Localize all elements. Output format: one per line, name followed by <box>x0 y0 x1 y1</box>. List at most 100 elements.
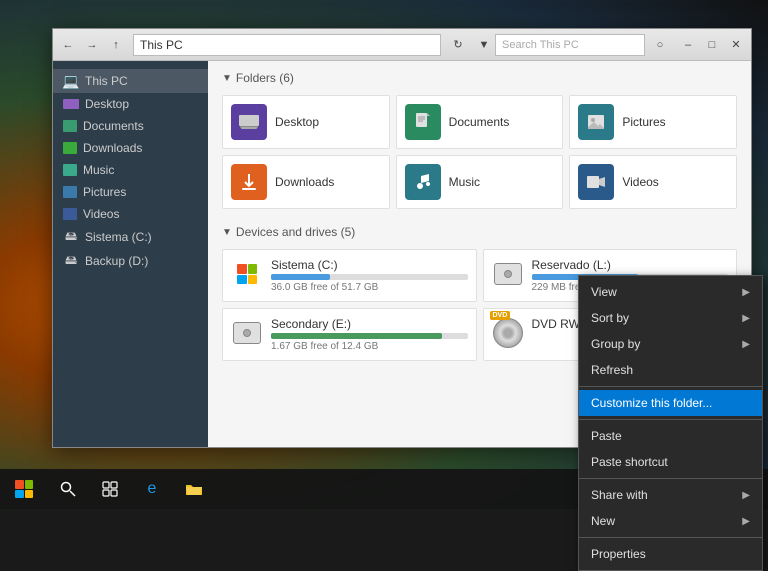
drive-secondary-info: Secondary (E:) 1.67 GB free of 12.4 GB <box>271 317 468 352</box>
sidebar-item-label: Documents <box>83 119 144 133</box>
drive-secondary-bar <box>271 333 442 339</box>
maximize-button[interactable]: □ <box>701 34 723 56</box>
ctx-paste-shortcut-label: Paste shortcut <box>591 455 668 469</box>
ctx-refresh[interactable]: Refresh <box>579 357 762 383</box>
sidebar-item-videos[interactable]: Videos <box>53 203 208 225</box>
pictures-icon <box>63 186 77 198</box>
folder-documents-icon <box>405 104 441 140</box>
dvd-disc <box>493 318 523 348</box>
videos-icon <box>63 208 77 220</box>
back-button[interactable]: ← <box>57 34 79 56</box>
start-button[interactable] <box>0 469 48 509</box>
folder-videos[interactable]: Videos <box>569 155 737 209</box>
drives-section-label: Devices and drives (5) <box>236 225 355 239</box>
sidebar-item-this-pc[interactable]: 💻 This PC <box>53 69 208 93</box>
folder-desktop[interactable]: Desktop <box>222 95 390 149</box>
folder-pictures-icon <box>578 104 614 140</box>
drive-sistema-bar <box>271 274 330 280</box>
folder-desktop-icon <box>231 104 267 140</box>
sidebar-item-documents[interactable]: Documents <box>53 115 208 137</box>
ctx-separator-4 <box>579 537 762 538</box>
computer-icon: 💻 <box>63 73 79 89</box>
ctx-new-label: New <box>591 514 615 528</box>
folder-pictures[interactable]: Pictures <box>569 95 737 149</box>
drive-sistema[interactable]: Sistema (C:) 36.0 GB free of 51.7 GB <box>222 249 477 302</box>
ctx-sort-by-arrow: ▶ <box>742 313 750 324</box>
hdd-secondary <box>233 322 261 344</box>
ctx-share-with[interactable]: Share with ▶ <box>579 482 762 508</box>
ctx-properties[interactable]: Properties <box>579 541 762 567</box>
folder-downloads[interactable]: Downloads <box>222 155 390 209</box>
down-btn[interactable]: ▼ <box>473 34 495 56</box>
ctx-paste[interactable]: Paste <box>579 423 762 449</box>
downloads-icon <box>63 142 77 154</box>
ctx-separator-1 <box>579 386 762 387</box>
folder-music[interactable]: Music <box>396 155 564 209</box>
context-menu: View ▶ Sort by ▶ Group by ▶ Refresh Cust… <box>578 275 763 571</box>
drive-secondary-bar-container <box>271 333 468 339</box>
search-icon[interactable]: ○ <box>649 34 671 56</box>
search-box[interactable]: Search This PC <box>495 34 645 56</box>
ctx-customize-label: Customize this folder... <box>591 396 712 410</box>
close-button[interactable]: ✕ <box>725 34 747 56</box>
ctx-separator-2 <box>579 419 762 420</box>
ctx-customize[interactable]: Customize this folder... <box>579 390 762 416</box>
refresh-btn[interactable]: ↻ <box>447 34 469 56</box>
ctx-new-arrow: ▶ <box>742 516 750 527</box>
hdd-c-icon: 🖴 <box>63 229 79 245</box>
folder-music-label: Music <box>449 175 480 189</box>
sidebar-item-backup[interactable]: 🖴 Backup (D:) <box>53 249 208 273</box>
drive-reservado-name: Reservado (L:) <box>532 258 729 272</box>
ctx-paste-label: Paste <box>591 429 622 443</box>
sidebar-item-sistema[interactable]: 🖴 Sistema (C:) <box>53 225 208 249</box>
folder-videos-icon <box>578 164 614 200</box>
nav-buttons: ← → ↑ <box>57 34 127 56</box>
sidebar-item-label: Desktop <box>85 97 129 111</box>
ctx-group-by[interactable]: Group by ▶ <box>579 331 762 357</box>
sidebar-item-desktop[interactable]: Desktop <box>53 93 208 115</box>
ctx-view[interactable]: View ▶ <box>579 279 762 305</box>
folder-videos-label: Videos <box>622 175 658 189</box>
ctx-share-with-arrow: ▶ <box>742 490 750 501</box>
ctx-view-arrow: ▶ <box>742 287 750 298</box>
ctx-sort-by[interactable]: Sort by ▶ <box>579 305 762 331</box>
drive-sistema-icon <box>231 258 263 290</box>
drive-secondary-size: 1.67 GB free of 12.4 GB <box>271 341 468 352</box>
documents-icon <box>63 120 77 132</box>
folder-downloads-icon <box>231 164 267 200</box>
minimize-button[interactable]: – <box>677 34 699 56</box>
window-controls: – □ ✕ <box>677 34 747 56</box>
title-bar: ← → ↑ This PC ↻ ▼ Search This PC ○ – □ ✕ <box>53 29 751 61</box>
up-button[interactable]: ↑ <box>105 34 127 56</box>
search-placeholder: Search This PC <box>502 39 579 51</box>
breadcrumb[interactable]: This PC <box>133 34 441 56</box>
ctx-paste-shortcut[interactable]: Paste shortcut <box>579 449 762 475</box>
drives-section-header: ▼ Devices and drives (5) <box>222 225 737 239</box>
ctx-new[interactable]: New ▶ <box>579 508 762 534</box>
taskbar-ie[interactable]: e <box>132 469 172 509</box>
folder-music-icon <box>405 164 441 200</box>
drive-sistema-size: 36.0 GB free of 51.7 GB <box>271 282 468 293</box>
drive-sistema-name: Sistema (C:) <box>271 258 468 272</box>
drive-sistema-info: Sistema (C:) 36.0 GB free of 51.7 GB <box>271 258 468 293</box>
drive-sistema-bar-container <box>271 274 468 280</box>
sidebar-item-music[interactable]: Music <box>53 159 208 181</box>
sidebar-item-downloads[interactable]: Downloads <box>53 137 208 159</box>
ctx-view-label: View <box>591 285 617 299</box>
taskbar-explorer[interactable] <box>174 469 214 509</box>
sidebar-item-label: Music <box>83 163 114 177</box>
forward-button[interactable]: → <box>81 34 103 56</box>
taskbar-icons: e <box>48 469 607 509</box>
folder-pictures-label: Pictures <box>622 115 665 129</box>
folders-chevron: ▼ <box>222 73 232 84</box>
taskbar-task-view[interactable] <box>90 469 130 509</box>
sidebar-item-label: Pictures <box>83 185 126 199</box>
ctx-sort-by-label: Sort by <box>591 311 629 325</box>
sidebar-item-label: Downloads <box>83 141 142 155</box>
folder-documents[interactable]: Documents <box>396 95 564 149</box>
drive-secondary[interactable]: Secondary (E:) 1.67 GB free of 12.4 GB <box>222 308 477 361</box>
sidebar-item-pictures[interactable]: Pictures <box>53 181 208 203</box>
sidebar-item-label: Sistema (C:) <box>85 230 152 244</box>
ctx-properties-label: Properties <box>591 547 646 561</box>
taskbar-search[interactable] <box>48 469 88 509</box>
